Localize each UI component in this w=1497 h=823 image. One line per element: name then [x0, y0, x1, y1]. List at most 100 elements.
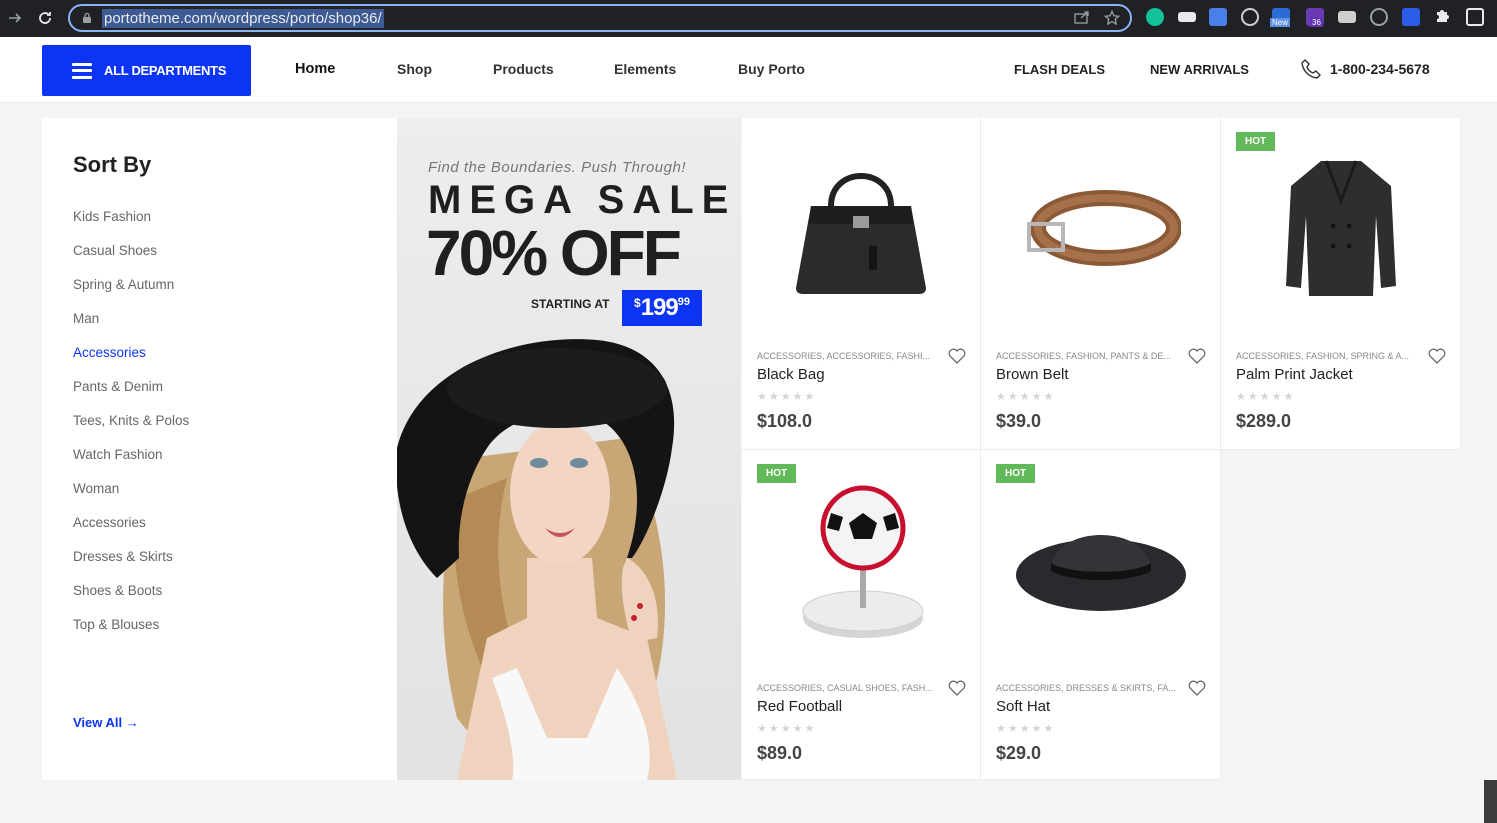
product-name[interactable]: Brown Belt [996, 366, 1069, 383]
extension-icon[interactable] [1178, 12, 1196, 22]
black-bag-image [796, 172, 926, 294]
price-cents: 99 [677, 296, 690, 308]
wishlist-heart-icon[interactable] [1188, 680, 1206, 696]
starting-at-label: STARTING AT [531, 297, 610, 311]
hot-badge: HOT [757, 464, 797, 483]
counter-extension-icon[interactable]: 36 [1306, 8, 1324, 27]
globe-extension-icon[interactable] [1241, 8, 1259, 26]
price-main: 199 [640, 294, 679, 321]
product-card[interactable]: HOT ACCESSORIES, DRESSES & SKIRTS, FA...… [981, 450, 1221, 780]
banner-discount: 70% OFF [426, 217, 682, 289]
soft-hat-image [1015, 534, 1186, 611]
palm-print-jacket-image [1285, 159, 1396, 296]
rating-stars: ★★★★★ [757, 391, 817, 403]
category-link[interactable]: Shoes & Boots [73, 583, 162, 598]
brown-belt-image [1026, 189, 1181, 266]
product-categories[interactable]: ACCESSORIES, ACCESSORIES, FASHI... [757, 351, 937, 361]
category-link[interactable]: Spring & Autumn [73, 277, 174, 292]
view-all-link[interactable]: View All → [73, 715, 139, 730]
extension-badge-count: 36 [1310, 18, 1323, 27]
banner-price-tag: $ 199 99 [622, 290, 702, 326]
category-link[interactable]: Tees, Knits & Polos [73, 413, 189, 428]
new-extension-icon[interactable]: New [1270, 8, 1291, 27]
product-price: $108.0 [757, 411, 813, 431]
wishlist-heart-icon[interactable] [1188, 348, 1206, 364]
address-bar[interactable]: portotheme.com/wordpress/porto/shop36/ [68, 4, 1132, 32]
product-card[interactable]: ACCESSORIES, ACCESSORIES, FASHI... Black… [742, 118, 981, 450]
red-football-image [802, 485, 924, 638]
hamburger-icon [72, 62, 92, 79]
forward-arrow-icon[interactable] [4, 7, 26, 29]
page-scrollbar-thumb[interactable] [1484, 780, 1497, 823]
phone-icon [1301, 59, 1321, 79]
puzzle-extensions-icon[interactable] [1434, 8, 1452, 26]
all-departments-label: ALL DEPARTMENTS [104, 63, 227, 78]
new-arrivals-link[interactable]: NEW ARRIVALS [1150, 62, 1249, 77]
lock-icon [83, 12, 91, 23]
product-image[interactable] [981, 118, 1220, 333]
reload-icon[interactable] [34, 7, 56, 29]
mega-sale-banner[interactable]: Find the Boundaries. Push Through! MEGA … [397, 118, 741, 780]
product-card[interactable]: HOT ACCESSORIES, FASHION, SPRING & A... … [1221, 118, 1461, 450]
nav-products[interactable]: Products [493, 61, 554, 77]
translate-extension-icon[interactable] [1209, 8, 1227, 26]
hot-badge: HOT [1236, 132, 1276, 151]
category-link[interactable]: Man [73, 311, 99, 326]
sort-by-title: Sort By [73, 152, 152, 177]
wishlist-heart-icon[interactable] [1428, 348, 1446, 364]
nav-buy-porto[interactable]: Buy Porto [738, 61, 805, 77]
site-header: ALL DEPARTMENTS Home Shop Products Eleme… [0, 37, 1497, 103]
wishlist-heart-icon[interactable] [948, 680, 966, 696]
url-text: portotheme.com/wordpress/porto/shop36/ [102, 8, 384, 28]
recycle-extension-icon[interactable] [1370, 8, 1388, 26]
product-name[interactable]: Black Bag [757, 366, 825, 383]
category-link[interactable]: Woman [73, 481, 119, 496]
sort-by-sidebar: Sort By Kids Fashion Casual Shoes Spring &… [42, 118, 397, 780]
phone-number: 1-800-234-5678 [1330, 61, 1430, 77]
side-panel-icon[interactable] [1466, 8, 1484, 26]
category-link[interactable]: Pants & Denim [73, 379, 163, 394]
rating-stars: ★★★★★ [1236, 391, 1296, 403]
product-categories[interactable]: ACCESSORIES, DRESSES & SKIRTS, FA... [996, 683, 1176, 693]
category-link[interactable]: Accessories [73, 345, 146, 360]
nav-home[interactable]: Home [295, 61, 335, 77]
category-link[interactable]: Watch Fashion [73, 447, 163, 462]
banner-tagline: Find the Boundaries. Push Through! [428, 159, 686, 176]
product-categories[interactable]: ACCESSORIES, FASHION, SPRING & A... [1236, 351, 1416, 361]
rating-stars: ★★★★★ [996, 391, 1056, 403]
all-departments-button[interactable]: ALL DEPARTMENTS [42, 45, 251, 96]
product-categories[interactable]: ACCESSORIES, CASUAL SHOES, FASH... [757, 683, 937, 693]
product-categories[interactable]: ACCESSORIES, FASHION, PANTS & DE... [996, 351, 1176, 361]
grammarly-extension-icon[interactable] [1146, 8, 1164, 26]
category-link[interactable]: Kids Fashion [73, 209, 151, 224]
flash-deals-link[interactable]: FLASH DEALS [1014, 62, 1105, 77]
wishlist-heart-icon[interactable] [948, 348, 966, 364]
product-name[interactable]: Soft Hat [996, 698, 1050, 715]
extension-badge-new: New [1270, 18, 1291, 27]
product-price: $289.0 [1236, 411, 1292, 431]
product-name[interactable]: Red Football [757, 698, 842, 715]
product-image[interactable] [742, 118, 980, 333]
category-link[interactable]: Casual Shoes [73, 243, 157, 258]
nav-shop[interactable]: Shop [397, 61, 432, 77]
product-price: $39.0 [996, 411, 1042, 431]
camera-extension-icon[interactable] [1338, 11, 1356, 23]
category-link[interactable]: Accessories [73, 515, 146, 530]
price-currency: $ [634, 296, 641, 310]
nav-elements[interactable]: Elements [614, 61, 676, 77]
hot-badge: HOT [996, 464, 1036, 483]
rating-stars: ★★★★★ [757, 723, 817, 735]
product-price: $89.0 [757, 743, 803, 763]
video-extension-icon[interactable] [1402, 8, 1420, 26]
browser-toolbar: portotheme.com/wordpress/porto/shop36/ N… [0, 0, 1497, 37]
rating-stars: ★★★★★ [996, 723, 1056, 735]
product-card[interactable]: ACCESSORIES, FASHION, PANTS & DE... Brow… [981, 118, 1221, 450]
category-link[interactable]: Top & Blouses [73, 617, 159, 632]
bookmark-star-icon[interactable] [1103, 9, 1121, 29]
product-card[interactable]: HOT ACCESSORIES, CASUAL SHOES, FASH... R… [742, 450, 981, 780]
product-name[interactable]: Palm Print Jacket [1236, 366, 1353, 383]
category-link[interactable]: Dresses & Skirts [73, 549, 173, 564]
share-icon[interactable] [1074, 10, 1090, 29]
phone-contact[interactable]: 1-800-234-5678 [1300, 58, 1430, 80]
product-price: $29.0 [996, 743, 1042, 763]
